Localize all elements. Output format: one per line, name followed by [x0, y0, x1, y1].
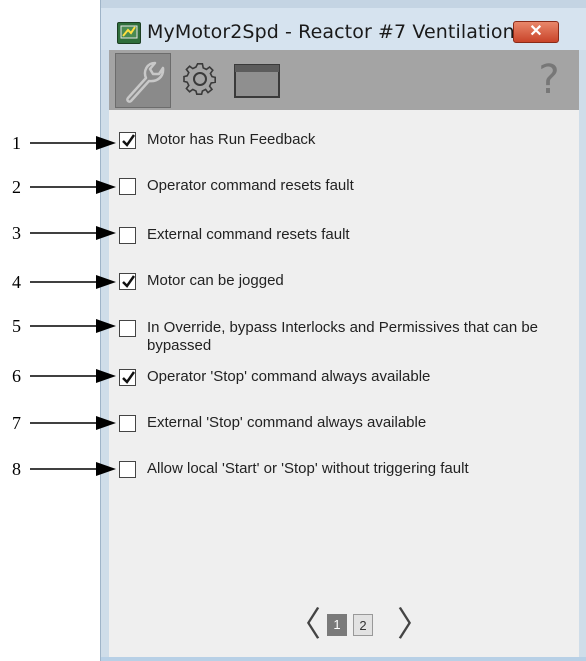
- checkbox[interactable]: [119, 415, 136, 432]
- arrow-icon: [30, 416, 116, 430]
- next-page-button[interactable]: 〉: [397, 605, 431, 645]
- callout-number: 2: [12, 177, 21, 197]
- checkmark-icon: [122, 134, 136, 147]
- option-label: Operator 'Stop' command always available: [147, 368, 431, 385]
- option-label: External 'Stop' command always available: [147, 414, 427, 431]
- wrench-icon: [126, 61, 165, 103]
- checkmark-icon: [122, 371, 136, 384]
- close-icon: ✕: [529, 23, 543, 40]
- close-button[interactable]: ✕: [513, 21, 559, 43]
- callout-3: 3: [0, 223, 120, 243]
- pager: 〈 1 2 〉: [279, 605, 431, 645]
- checkbox[interactable]: [119, 227, 136, 244]
- callout-number: 5: [12, 316, 21, 336]
- engineering-tab[interactable]: [173, 53, 229, 108]
- page-1-button[interactable]: 1: [327, 614, 347, 636]
- option-label: Operator command resets fault: [147, 177, 354, 194]
- callout-6: 6: [0, 366, 120, 386]
- faceplate-window: MyMotor2Spd - Reactor #7 Ventilation F..…: [100, 0, 586, 661]
- callout-number: 8: [12, 459, 21, 479]
- option-label: Motor has Run Feedback: [147, 131, 316, 148]
- arrow-icon: [30, 180, 116, 194]
- option-label: In Override, bypass Interlocks and Permi…: [147, 319, 539, 354]
- help-icon: ?: [538, 57, 560, 103]
- help-button[interactable]: ?: [521, 53, 577, 108]
- checkbox[interactable]: [119, 369, 136, 386]
- arrow-icon: [30, 369, 116, 383]
- page-2-button[interactable]: 2: [353, 614, 373, 636]
- callout-number: 3: [12, 223, 21, 243]
- callout-4: 4: [0, 272, 120, 292]
- checkbox[interactable]: [119, 461, 136, 478]
- arrow-icon: [30, 462, 116, 476]
- arrow-icon: [30, 136, 116, 150]
- previous-page-button[interactable]: 〈: [287, 605, 321, 645]
- window-icon: [234, 64, 280, 98]
- callout-number: 6: [12, 366, 21, 386]
- window-bottom-edge: [101, 657, 586, 661]
- faceplate-window-tab[interactable]: [229, 53, 285, 108]
- callout-5: 5: [0, 316, 120, 336]
- checkbox[interactable]: [119, 273, 136, 290]
- callout-7: 7: [0, 413, 120, 433]
- callout-1: 1: [0, 133, 120, 153]
- window-title: MyMotor2Spd - Reactor #7 Ventilation F..…: [147, 21, 548, 43]
- checkbox[interactable]: [119, 320, 136, 337]
- faceplate-toolbar: ?: [109, 50, 579, 110]
- option-label: External command resets fault: [147, 226, 350, 243]
- checkbox[interactable]: [119, 178, 136, 195]
- title-bar-strip: [101, 0, 586, 8]
- callout-2: 2: [0, 177, 120, 197]
- arrow-icon: [30, 275, 116, 289]
- motor-faceplate-icon: [117, 22, 141, 44]
- option-label: Motor can be jogged: [147, 272, 284, 289]
- maintenance-tab[interactable]: [115, 53, 171, 108]
- option-label: Allow local 'Start' or 'Stop' without tr…: [147, 460, 469, 477]
- arrow-icon: [30, 319, 116, 333]
- callout-number: 7: [12, 413, 21, 433]
- arrow-icon: [30, 226, 116, 240]
- gear-icon: [183, 62, 217, 96]
- faceplate-content: ? Motor has Run Feedback Operator comman…: [109, 50, 579, 661]
- checkmark-icon: [122, 275, 136, 288]
- callout-number: 1: [12, 133, 21, 153]
- title-bar: MyMotor2Spd - Reactor #7 Ventilation F..…: [101, 0, 586, 50]
- callout-8: 8: [0, 459, 120, 479]
- callout-number: 4: [12, 272, 21, 292]
- checkbox[interactable]: [119, 132, 136, 149]
